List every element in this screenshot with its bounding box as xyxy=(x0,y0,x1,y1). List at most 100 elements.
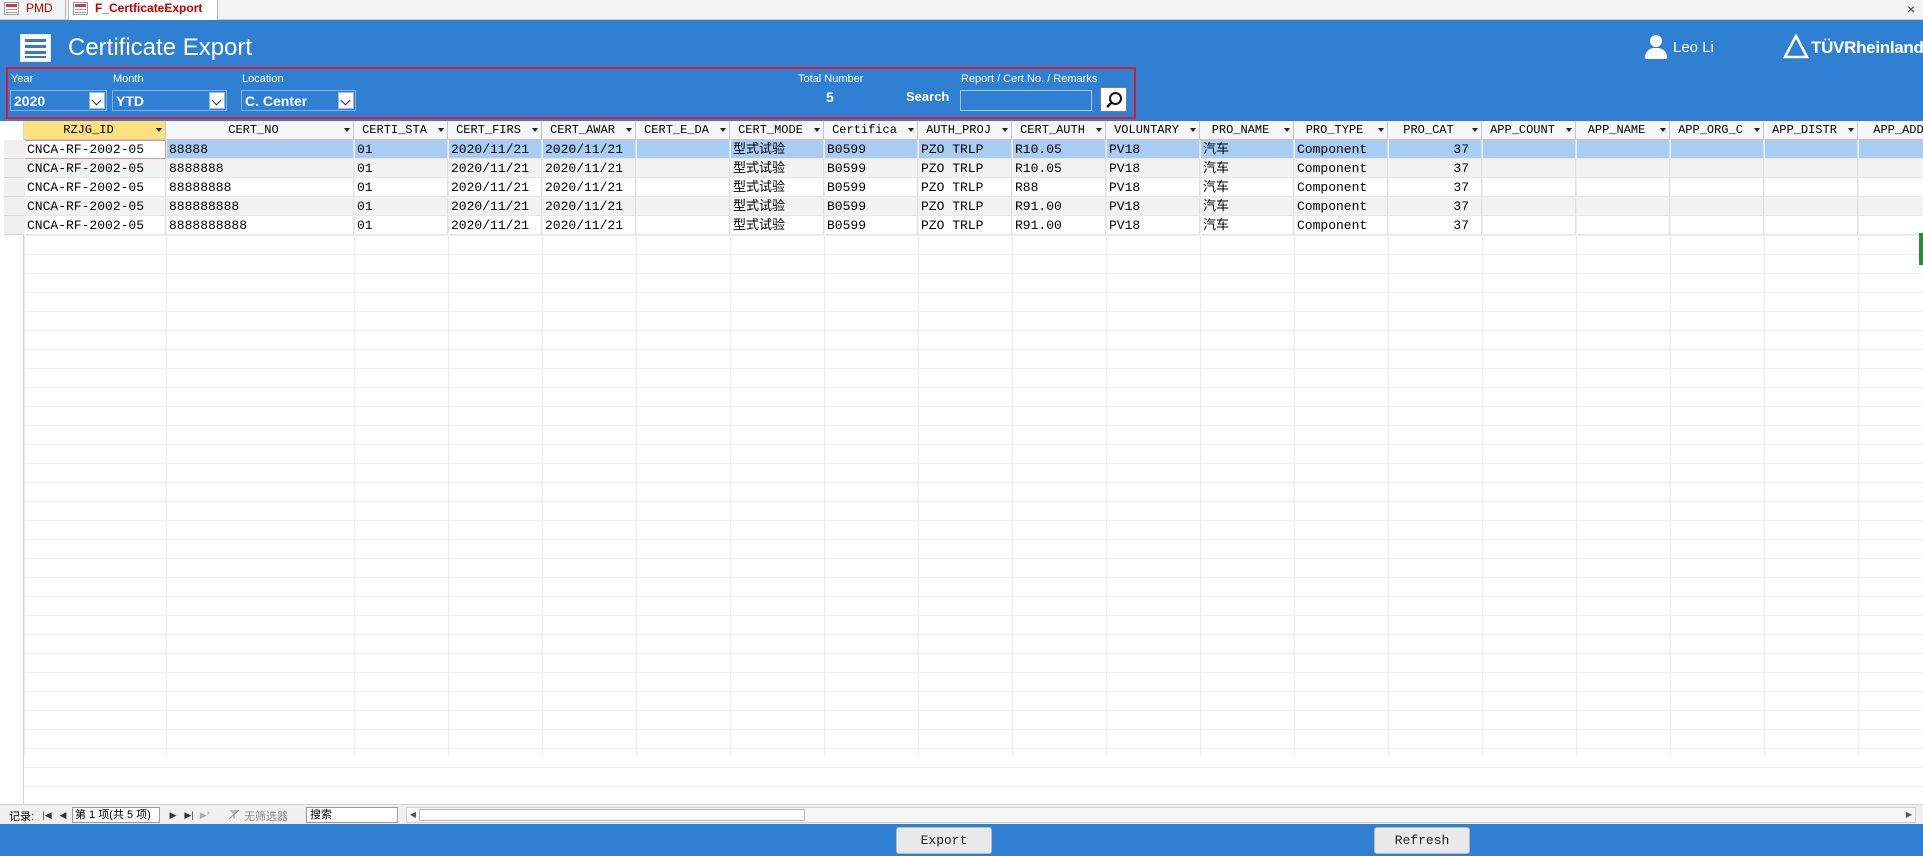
column-header-cert-e-da[interactable]: CERT_E_DA xyxy=(636,121,730,140)
table-cell[interactable] xyxy=(1482,140,1576,159)
table-cell[interactable]: Component xyxy=(1294,197,1388,216)
scroll-right-icon[interactable]: ▶ xyxy=(1903,808,1915,822)
table-cell[interactable]: 2020/11/21 xyxy=(542,216,636,235)
column-header-app-name[interactable]: APP_NAME xyxy=(1576,121,1670,140)
refresh-button[interactable]: Refresh xyxy=(1374,827,1470,854)
table-cell[interactable]: 2020/11/21 xyxy=(448,197,542,216)
column-header-certifica[interactable]: Certifica xyxy=(824,121,918,140)
table-cell[interactable]: R88 xyxy=(1012,178,1106,197)
table-cell[interactable]: 型式试验 xyxy=(730,197,824,216)
table-cell[interactable] xyxy=(636,140,730,159)
table-cell[interactable] xyxy=(1482,216,1576,235)
table-cell[interactable]: PZO TRLP xyxy=(918,178,1012,197)
table-cell[interactable]: 汽车 xyxy=(1200,197,1294,216)
table-cell[interactable]: 37 xyxy=(1388,178,1482,197)
tab-certificate-export[interactable]: F_CertficateExport xyxy=(68,0,218,20)
table-cell[interactable] xyxy=(1764,216,1858,235)
table-cell[interactable]: R10.05 xyxy=(1012,140,1106,159)
table-cell[interactable]: R91.00 xyxy=(1012,197,1106,216)
table-cell[interactable]: B0599 xyxy=(824,178,918,197)
sort-filter-arrow-icon[interactable] xyxy=(438,128,444,132)
table-row[interactable]: CNCA-RF-2002-05 8888888 01 2020/11/21 2020/1… xyxy=(24,159,1923,178)
table-cell[interactable]: R10.05 xyxy=(1012,159,1106,178)
table-cell[interactable]: 37 xyxy=(1388,159,1482,178)
table-cell[interactable]: 2020/11/21 xyxy=(448,159,542,178)
column-header-pro-name[interactable]: PRO_NAME xyxy=(1200,121,1294,140)
year-select[interactable]: 2020 xyxy=(10,90,107,111)
column-header-auth-proj[interactable]: AUTH_PROJ xyxy=(918,121,1012,140)
table-cell[interactable]: 37 xyxy=(1388,197,1482,216)
record-search-input[interactable]: 搜索 xyxy=(306,807,398,823)
sort-filter-arrow-icon[interactable] xyxy=(1660,128,1666,132)
record-selector[interactable] xyxy=(4,159,24,178)
table-cell[interactable]: 2020/11/21 xyxy=(542,140,636,159)
current-record-field[interactable]: 第 1 项(共 5 项) xyxy=(72,807,160,823)
record-selector[interactable] xyxy=(4,140,24,159)
table-cell[interactable]: 2020/11/21 xyxy=(542,178,636,197)
table-row[interactable]: CNCA-RF-2002-05 8888888888 01 2020/11/21 202… xyxy=(24,216,1923,235)
table-cell[interactable]: B0599 xyxy=(824,159,918,178)
sort-filter-arrow-icon[interactable] xyxy=(1378,128,1384,132)
sort-filter-arrow-icon[interactable] xyxy=(720,128,726,132)
table-cell[interactable] xyxy=(1858,216,1923,235)
table-cell[interactable] xyxy=(1482,197,1576,216)
previous-record-icon[interactable]: ◀ xyxy=(56,808,70,822)
column-header-app-add[interactable]: APP_ADD xyxy=(1858,121,1923,140)
table-cell[interactable]: 2020/11/21 xyxy=(542,159,636,178)
table-cell[interactable] xyxy=(1576,140,1670,159)
record-selector[interactable] xyxy=(4,216,24,235)
table-cell[interactable]: PV18 xyxy=(1106,140,1200,159)
table-cell[interactable]: 型式试验 xyxy=(730,216,824,235)
sort-filter-arrow-icon[interactable] xyxy=(156,128,162,132)
sort-filter-arrow-icon[interactable] xyxy=(1284,128,1290,132)
table-cell[interactable]: CNCA-RF-2002-05 xyxy=(24,159,166,178)
table-cell[interactable] xyxy=(1670,178,1764,197)
tab-pmd[interactable]: PMD xyxy=(0,0,66,20)
table-cell[interactable] xyxy=(636,159,730,178)
search-input[interactable] xyxy=(960,90,1092,111)
table-cell[interactable]: PZO TRLP xyxy=(918,216,1012,235)
table-cell[interactable]: 2020/11/21 xyxy=(542,197,636,216)
close-icon[interactable]: × xyxy=(1907,1,1915,17)
table-cell[interactable]: B0599 xyxy=(824,197,918,216)
table-cell[interactable]: Component xyxy=(1294,178,1388,197)
table-row[interactable]: CNCA-RF-2002-05 88888888 01 2020/11/21 2020/… xyxy=(24,178,1923,197)
table-cell[interactable]: 汽车 xyxy=(1200,159,1294,178)
table-cell[interactable]: PZO TRLP xyxy=(918,140,1012,159)
table-cell[interactable] xyxy=(1576,178,1670,197)
table-cell[interactable] xyxy=(1764,197,1858,216)
chevron-down-icon[interactable] xyxy=(338,92,354,109)
table-cell[interactable]: PV18 xyxy=(1106,216,1200,235)
sort-filter-arrow-icon[interactable] xyxy=(908,128,914,132)
sort-filter-arrow-icon[interactable] xyxy=(1566,128,1572,132)
export-button[interactable]: Export xyxy=(896,827,992,854)
sort-filter-arrow-icon[interactable] xyxy=(814,128,820,132)
location-select[interactable]: C. Center xyxy=(241,90,356,111)
horizontal-scrollbar[interactable]: ◀ ▶ xyxy=(406,807,1916,823)
filter-status-button[interactable]: 无筛选器 xyxy=(228,808,288,824)
table-cell[interactable]: 88888 xyxy=(166,140,354,159)
sort-filter-arrow-icon[interactable] xyxy=(1190,128,1196,132)
table-cell[interactable]: PV18 xyxy=(1106,178,1200,197)
sort-filter-arrow-icon[interactable] xyxy=(1096,128,1102,132)
column-header-rzjg-id[interactable]: RZJG_ID xyxy=(24,121,166,140)
table-cell[interactable]: 型式试验 xyxy=(730,178,824,197)
table-cell[interactable]: 8888888888 xyxy=(166,216,354,235)
column-header-app-distr[interactable]: APP_DISTR xyxy=(1764,121,1858,140)
table-cell[interactable]: B0599 xyxy=(824,216,918,235)
table-row[interactable]: CNCA-RF-2002-05 88888 01 2020/11/21 2020/11/… xyxy=(24,140,1923,159)
table-cell[interactable] xyxy=(1482,178,1576,197)
chevron-down-icon[interactable] xyxy=(89,92,105,109)
table-cell[interactable] xyxy=(1670,159,1764,178)
table-cell[interactable]: 2020/11/21 xyxy=(448,178,542,197)
table-cell[interactable]: 汽车 xyxy=(1200,178,1294,197)
column-header-cert-awar[interactable]: CERT_AWAR xyxy=(542,121,636,140)
table-cell[interactable]: 8888888 xyxy=(166,159,354,178)
table-cell[interactable]: 型式试验 xyxy=(730,140,824,159)
search-button[interactable] xyxy=(1100,87,1127,112)
table-cell[interactable] xyxy=(1576,159,1670,178)
table-cell[interactable]: 01 xyxy=(354,216,448,235)
table-cell[interactable]: 01 xyxy=(354,178,448,197)
table-cell[interactable]: PZO TRLP xyxy=(918,197,1012,216)
table-cell[interactable] xyxy=(1670,140,1764,159)
